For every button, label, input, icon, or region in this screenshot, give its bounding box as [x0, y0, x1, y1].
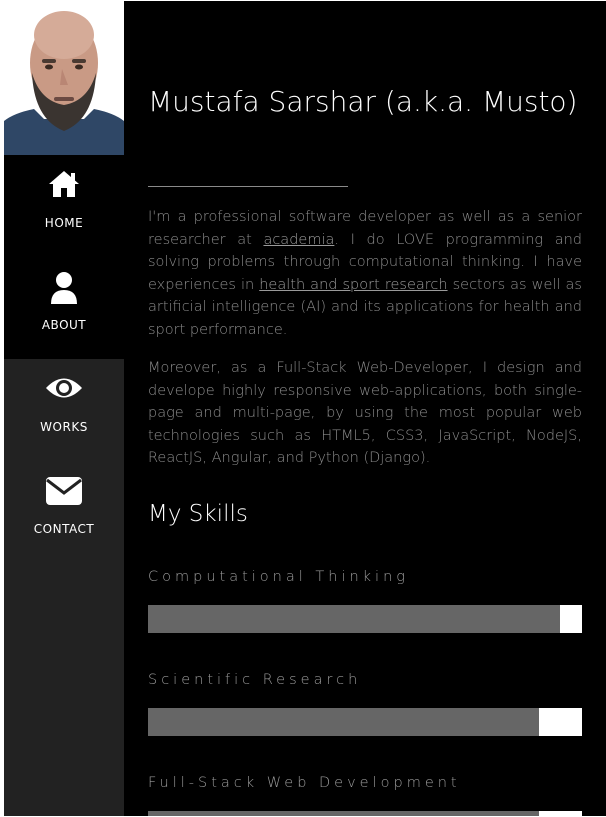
fullstack-paragraph: Moreover, as a Full-Stack Web-Developer,…	[148, 360, 582, 466]
skill-name: Full-Stack Web Development	[148, 775, 461, 791]
nav-label-works: WORKS	[40, 420, 88, 434]
envelope-icon	[4, 475, 124, 509]
home-icon	[4, 169, 124, 203]
nav-item-works[interactable]: WORKS	[4, 359, 124, 461]
skill-bar-fill	[148, 605, 561, 633]
page-frame: HOME ABOUT WORKS CONTACT Mustafa Sarshar…	[4, 1, 606, 816]
skill-bar-track	[148, 605, 582, 633]
skill-name: Scientific Research	[148, 672, 362, 688]
nav-item-contact[interactable]: CONTACT	[4, 461, 124, 563]
skill-name: Computational Thinking	[148, 569, 409, 585]
skill-bar-track	[148, 708, 582, 736]
intro-paragraph: I'm a professional software developer as…	[148, 206, 582, 341]
user-icon	[4, 271, 124, 305]
nav-label-contact: CONTACT	[33, 522, 95, 536]
nav-label-about: ABOUT	[41, 318, 87, 332]
nav-item-home[interactable]: HOME	[4, 155, 124, 257]
eye-icon	[4, 373, 124, 407]
skill-bar-fill	[148, 708, 539, 736]
title-divider	[148, 186, 348, 187]
page-title: Mustafa Sarshar (a.k.a. Musto)	[148, 85, 578, 118]
skills-heading: My Skills	[148, 501, 248, 527]
nav-item-about[interactable]: ABOUT	[4, 257, 124, 359]
research-link[interactable]: health and sport research	[259, 277, 447, 293]
skill-bar-track	[148, 811, 582, 816]
nav-label-home: HOME	[44, 216, 84, 230]
academia-link[interactable]: academia	[263, 232, 334, 248]
avatar	[4, 1, 124, 155]
skill-bar-fill	[148, 811, 539, 816]
sidebar: HOME ABOUT WORKS CONTACT	[4, 1, 124, 816]
